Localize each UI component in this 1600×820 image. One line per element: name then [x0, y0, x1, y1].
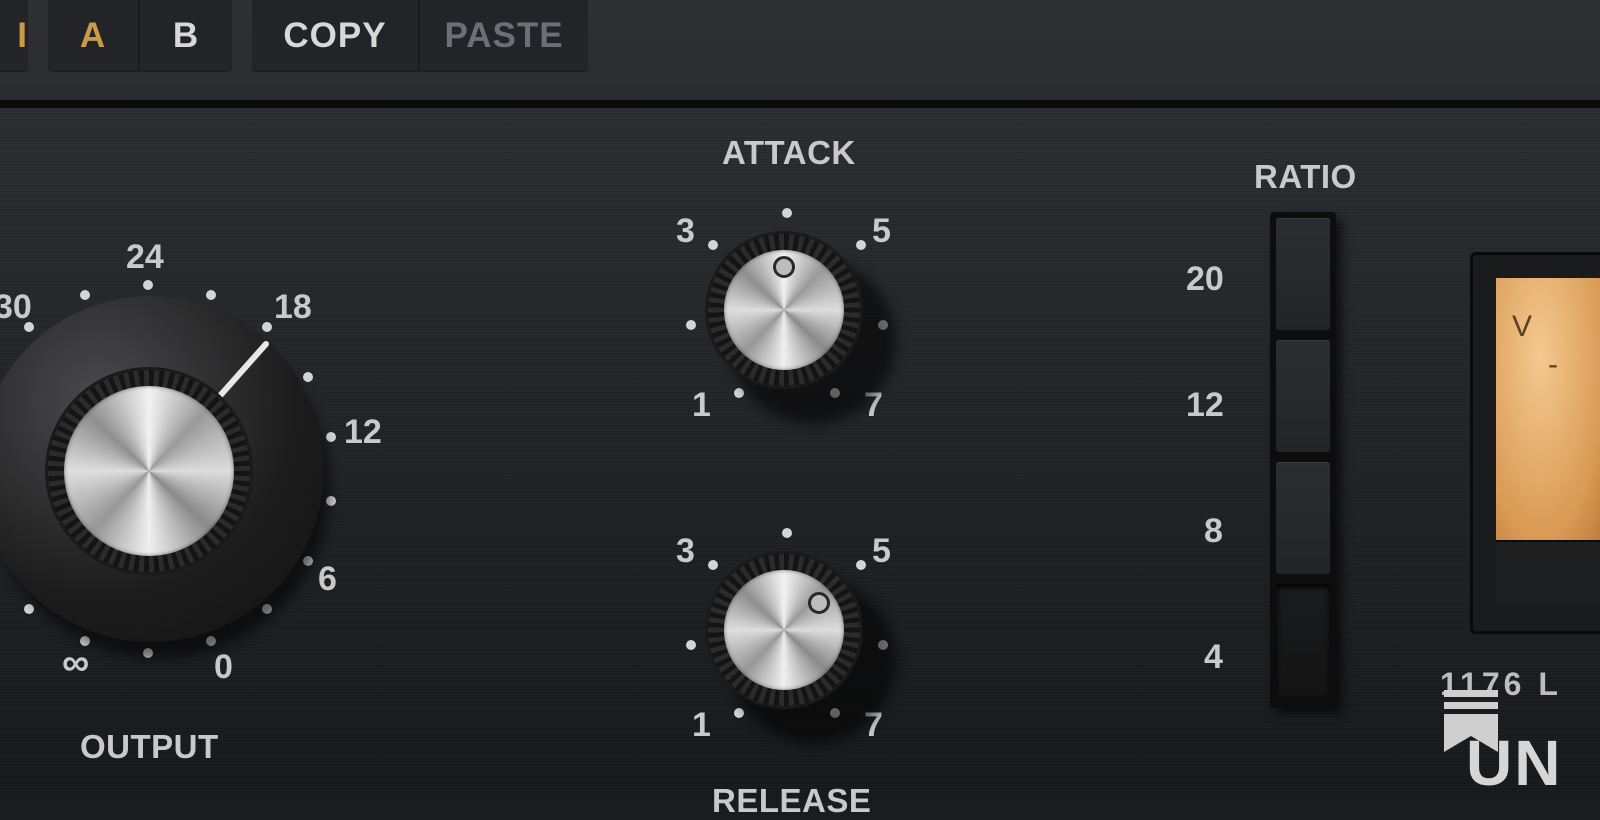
copy-button[interactable]: COPY	[252, 0, 418, 72]
a-button[interactable]: A	[48, 0, 138, 72]
attack-knob-indicator	[773, 256, 795, 278]
ratio-button-4[interactable]	[1276, 584, 1330, 696]
toolbar-left-group: I	[0, 0, 28, 72]
paste-button[interactable]: PASTE	[418, 0, 588, 72]
release-scale-dot	[734, 708, 744, 718]
b-button[interactable]: B	[138, 0, 232, 72]
vu-meter-label: V	[1512, 310, 1533, 343]
output-scale-dot	[326, 432, 336, 442]
output-scale-dot	[80, 290, 90, 300]
attack-scale-dot	[686, 320, 696, 330]
ratio-button-12[interactable]	[1276, 340, 1330, 452]
release-scale-3: 3	[676, 532, 695, 570]
release-scale-dot	[782, 528, 792, 538]
output-scale-dot	[24, 322, 34, 332]
ratio-option-label-20: 20	[1186, 260, 1224, 298]
output-scale-dot	[206, 290, 216, 300]
release-knob-cap	[724, 570, 844, 690]
vu-meter-base	[1496, 540, 1600, 604]
release-scale-dot	[686, 640, 696, 650]
output-label: OUTPUT	[80, 728, 219, 765]
output-knob-cap	[64, 386, 234, 556]
attack-scale-3: 3	[676, 212, 695, 250]
output-scale-6: 6	[318, 560, 337, 598]
attack-scale-dot	[708, 240, 718, 250]
ratio-button-20[interactable]	[1276, 218, 1330, 330]
output-scale-0: 0	[214, 648, 233, 686]
output-scale-24: 24	[126, 238, 164, 276]
partial-toolbar-button[interactable]: I	[0, 0, 28, 72]
output-scale-dot	[143, 280, 153, 290]
output-scale-18: 18	[274, 288, 312, 326]
ratio-selector	[1270, 212, 1336, 708]
release-knob-indicator	[808, 592, 830, 614]
ratio-option-label-12: 12	[1186, 386, 1224, 424]
vu-meter-sublabel: -	[1548, 348, 1558, 381]
attack-scale-dot	[782, 208, 792, 218]
attack-label: ATTACK	[722, 134, 856, 171]
attack-scale-5: 5	[872, 212, 891, 250]
output-scale-dot	[303, 372, 313, 382]
attack-scale-dot	[856, 240, 866, 250]
output-scale-12: 12	[344, 413, 382, 451]
release-scale-dot	[856, 560, 866, 570]
output-scale-infinity: ∞	[62, 642, 90, 684]
release-label: RELEASE	[712, 782, 872, 819]
toolbar-divider	[0, 100, 1600, 108]
release-scale-1: 1	[692, 706, 711, 744]
copy-paste-group: COPY PASTE	[252, 0, 588, 72]
ratio-button-8[interactable]	[1276, 462, 1330, 574]
toolbar: I A B COPY PASTE	[0, 0, 1600, 100]
output-scale-dot	[24, 604, 34, 614]
ratio-option-label-8: 8	[1204, 512, 1223, 550]
ratio-label: RATIO	[1254, 158, 1357, 195]
release-scale-5: 5	[872, 532, 891, 570]
attack-scale-1: 1	[692, 386, 711, 424]
release-scale-dot	[708, 560, 718, 570]
ab-compare-group: A B	[48, 0, 232, 72]
brand-name: UN	[1466, 727, 1563, 799]
attack-scale-dot	[734, 388, 744, 398]
output-scale-dot	[262, 322, 272, 332]
ratio-option-label-4: 4	[1204, 638, 1223, 676]
